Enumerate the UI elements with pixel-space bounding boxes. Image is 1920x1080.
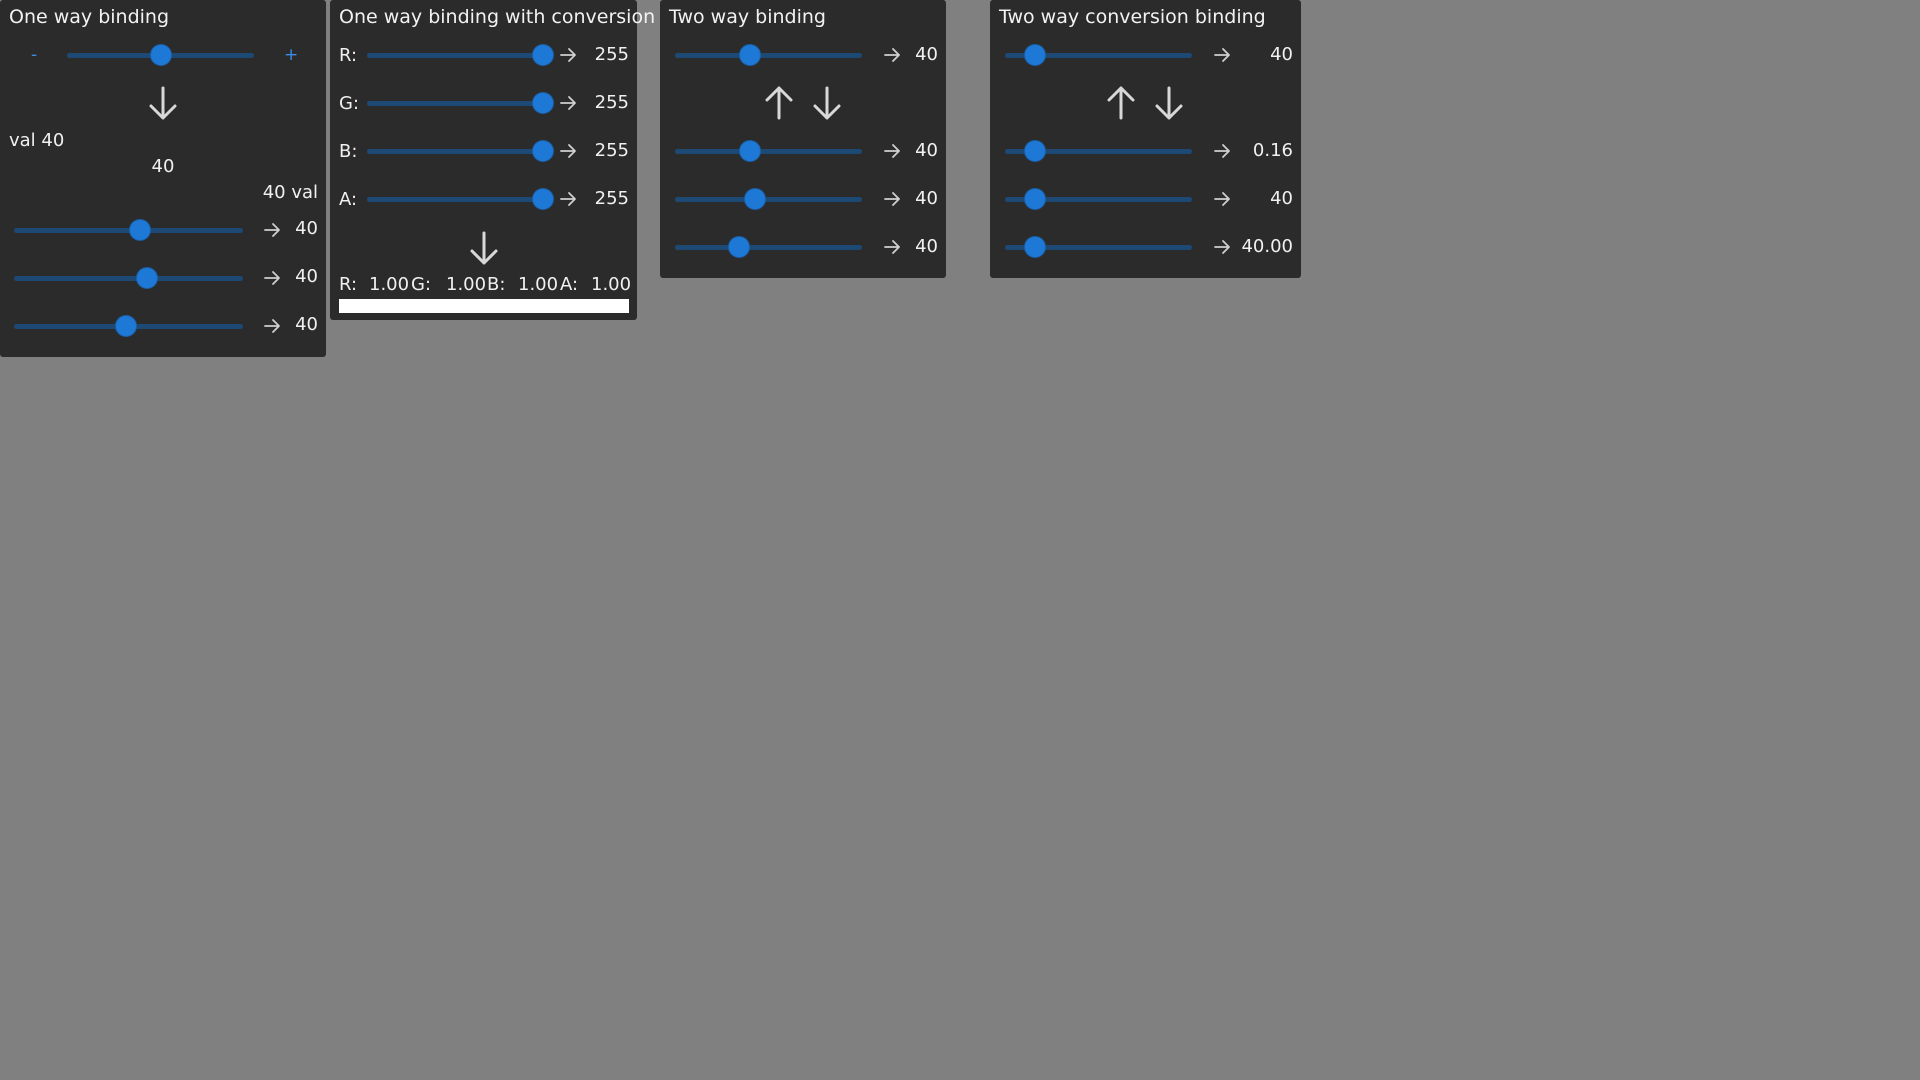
slider-thumb[interactable] — [533, 93, 553, 113]
slider-thumb[interactable] — [739, 141, 760, 161]
panel-two-way-conversion-binding: Two way conversion binding 40 0.16 40 40… — [990, 0, 1301, 278]
arrow-down-icon — [813, 86, 841, 120]
source-slider[interactable] — [1005, 45, 1192, 65]
arrow-right-icon — [1214, 240, 1230, 254]
source-value: 40 — [1270, 44, 1293, 65]
target-slider[interactable] — [1005, 237, 1192, 257]
panel-title: One way binding with conversion — [339, 6, 656, 28]
arrow-right-icon — [1214, 144, 1230, 158]
target-value: 40 — [915, 188, 938, 209]
slider-thumb[interactable] — [533, 189, 553, 209]
arrow-right-icon — [264, 223, 280, 237]
summary-value: 1.00 — [591, 274, 632, 295]
source-value: 40 — [915, 44, 938, 65]
summary-label: G: — [411, 274, 432, 295]
panel-title: Two way binding — [669, 6, 826, 28]
channel-value: 255 — [594, 188, 629, 209]
panel-two-way-binding: Two way binding 40 40 40 40 — [660, 0, 946, 278]
slider-thumb[interactable] — [1024, 141, 1045, 161]
channel-slider-b[interactable] — [367, 141, 553, 161]
slider-thumb[interactable] — [1024, 237, 1045, 257]
text-center: 40 — [151, 156, 175, 177]
channel-label: B: — [339, 141, 358, 162]
row-slider[interactable] — [14, 220, 243, 240]
row-slider[interactable] — [14, 268, 243, 288]
arrow-right-icon — [1214, 192, 1230, 206]
source-slider[interactable] — [675, 45, 862, 65]
arrow-down-icon — [1155, 86, 1183, 120]
channel-label: R: — [339, 45, 358, 66]
row-value: 40 — [295, 218, 318, 239]
slider-thumb[interactable] — [129, 220, 150, 240]
arrow-right-icon — [1214, 48, 1230, 62]
slider-thumb[interactable] — [1024, 189, 1045, 209]
target-slider[interactable] — [1005, 141, 1192, 161]
target-value: 40 — [915, 236, 938, 257]
slider-thumb[interactable] — [728, 237, 749, 257]
text-right: 40 val — [262, 182, 318, 203]
target-value: 40 — [1270, 188, 1293, 209]
arrow-right-icon — [560, 144, 576, 158]
arrow-up-icon — [765, 86, 793, 120]
channel-slider-r[interactable] — [367, 45, 553, 65]
summary-value: 1.00 — [446, 274, 487, 295]
summary-value: 1.00 — [518, 274, 559, 295]
panel-one-way-binding-conversion: One way binding with conversion R: 255 G… — [330, 0, 655, 320]
summary-label: A: — [560, 274, 579, 295]
summary-value: 1.00 — [369, 274, 410, 295]
summary-label: B: — [487, 274, 506, 295]
slider-thumb[interactable] — [1024, 45, 1045, 65]
arrow-right-icon — [884, 240, 900, 254]
arrow-up-icon — [1107, 86, 1135, 120]
slider-thumb[interactable] — [533, 141, 553, 161]
arrow-right-icon — [560, 192, 576, 206]
arrow-down-icon — [470, 231, 498, 265]
slider-thumb[interactable] — [150, 45, 171, 65]
row-value: 40 — [295, 266, 318, 287]
slider-thumb[interactable] — [745, 189, 766, 209]
slider-thumb[interactable] — [533, 45, 553, 65]
arrow-right-icon — [884, 144, 900, 158]
main-slider[interactable] — [67, 45, 254, 65]
channel-slider-a[interactable] — [367, 189, 553, 209]
summary-label: R: — [339, 274, 358, 295]
slider-thumb[interactable] — [136, 268, 157, 288]
row-slider[interactable] — [14, 316, 243, 336]
arrow-down-icon — [149, 86, 177, 120]
slider-thumb[interactable] — [116, 316, 137, 336]
channel-label: G: — [339, 93, 360, 114]
channel-slider-g[interactable] — [367, 93, 553, 113]
target-value: 40 — [915, 140, 938, 161]
channel-value: 255 — [594, 140, 629, 161]
panel-one-way-binding: One way binding - + val 40 40 40 val 40 … — [0, 0, 326, 357]
target-value: 0.16 — [1252, 140, 1293, 161]
color-preview — [339, 299, 629, 313]
target-slider[interactable] — [675, 237, 862, 257]
channel-value: 255 — [594, 44, 629, 65]
increment-button[interactable]: + — [284, 45, 298, 65]
slider-thumb[interactable] — [739, 45, 760, 65]
color-summary: R: 1.00 G: 1.00 B: 1.00 A: 1.00 — [339, 274, 632, 296]
target-slider[interactable] — [1005, 189, 1192, 209]
arrow-right-icon — [884, 192, 900, 206]
arrow-right-icon — [264, 319, 280, 333]
target-slider[interactable] — [675, 189, 862, 209]
arrow-right-icon — [560, 48, 576, 62]
panel-title: Two way conversion binding — [999, 6, 1266, 28]
arrow-right-icon — [884, 48, 900, 62]
arrow-right-icon — [560, 96, 576, 110]
target-slider[interactable] — [675, 141, 862, 161]
arrow-right-icon — [264, 271, 280, 285]
channel-value: 255 — [594, 92, 629, 113]
text-left: val 40 — [9, 130, 65, 151]
decrement-button[interactable]: - — [31, 45, 37, 65]
row-value: 40 — [295, 314, 318, 335]
panel-title: One way binding — [9, 6, 170, 28]
channel-label: A: — [339, 189, 358, 210]
target-value: 40.00 — [1241, 236, 1293, 257]
